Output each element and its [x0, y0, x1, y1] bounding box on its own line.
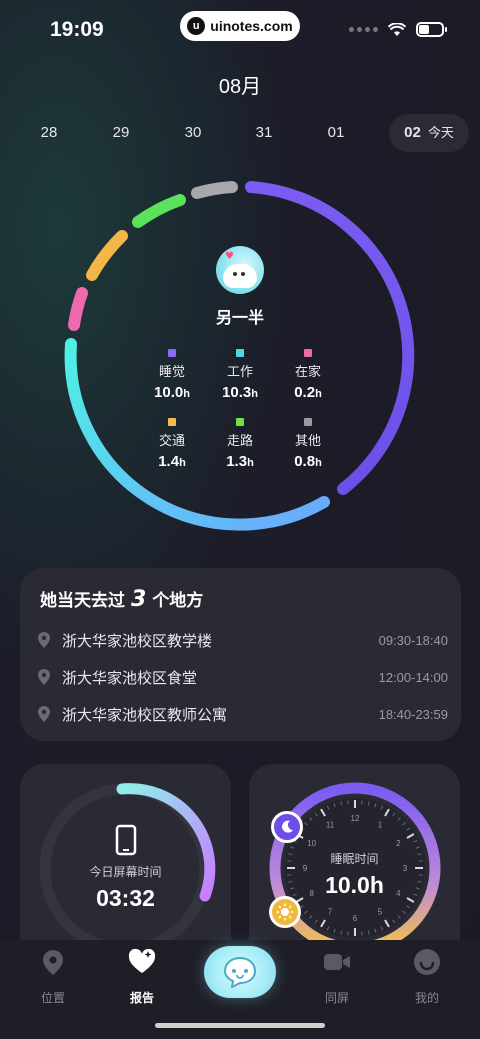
- heart-icon: ♥: [225, 251, 234, 262]
- place-item[interactable]: 浙大华家池校区教师公寓 18:40-23:59: [38, 702, 448, 726]
- sleep-value: 10.0h: [325, 872, 384, 898]
- stat-home: 在家 0.2h: [268, 349, 348, 401]
- tab-report[interactable]: 报告: [107, 948, 177, 1006]
- place-name: 浙大华家池校区教师公寓: [62, 705, 228, 724]
- place-item[interactable]: 浙大华家池校区教学楼 09:30-18:40: [38, 628, 448, 652]
- screen-time-value: 03:32: [96, 885, 155, 911]
- places-count: 3: [131, 587, 147, 612]
- place-item[interactable]: 浙大华家池校区食堂 12:00-14:00: [38, 665, 448, 689]
- ring-segment-other: [191, 181, 238, 199]
- partner-name: 另一半: [215, 308, 264, 327]
- legend-swatch-walk: [236, 418, 244, 426]
- chat-bubble-icon: [223, 956, 257, 988]
- tab-share-screen[interactable]: 同屏: [302, 948, 372, 1006]
- location-pin-icon: [38, 632, 50, 648]
- legend-swatch-sleep: [168, 349, 176, 357]
- tab-label: 报告: [129, 991, 154, 1005]
- clock-number: 12: [351, 814, 360, 823]
- tab-label: 同屏: [324, 991, 349, 1005]
- clock-number: 7: [328, 907, 333, 916]
- stat-other: 其他 0.8h: [268, 418, 348, 470]
- heart-sparkle-icon: [128, 948, 156, 973]
- stat-value: 0.8h: [294, 453, 322, 470]
- sleep-card[interactable]: 12 1 2 3 4 5 6 7 8 9 10 11 睡眠时间 10.0h: [249, 764, 460, 964]
- chat-button[interactable]: [204, 946, 276, 998]
- clock-number: 10: [307, 839, 316, 848]
- tab-profile[interactable]: 我的: [392, 948, 462, 1006]
- video-camera-icon: [324, 954, 350, 970]
- clock-number: 5: [378, 907, 383, 916]
- location-pin-icon: [43, 950, 63, 975]
- tab-label: 我的: [414, 991, 439, 1005]
- screen-time-label: 今日屏幕时间: [89, 865, 162, 879]
- clock-number: 11: [326, 821, 335, 830]
- place-name: 浙大华家池校区教学楼: [62, 631, 213, 650]
- screen-time-card[interactable]: 今日屏幕时间 03:32: [20, 764, 231, 964]
- legend-swatch-transport: [168, 418, 176, 426]
- place-time-range: 09:30-18:40: [378, 632, 448, 648]
- phone-icon: [115, 824, 137, 856]
- sun-icon: [269, 896, 301, 928]
- place-name: 浙大华家池校区食堂: [62, 668, 198, 687]
- location-pin-icon: [38, 669, 50, 685]
- stat-label: 在家: [294, 365, 321, 380]
- stat-value: 0.2h: [294, 384, 322, 401]
- smiley-face-icon: [414, 949, 440, 975]
- places-title: 她当天去过 3 个地方: [40, 587, 204, 612]
- clock-number: 1: [378, 821, 383, 830]
- sleep-label: 睡眠时间: [330, 852, 379, 866]
- tab-label: 位置: [40, 991, 65, 1005]
- legend-swatch-work: [236, 349, 244, 357]
- places-card[interactable]: 她当天去过 3 个地方 浙大华家池校区教学楼 09:30-18:40 浙大华家池…: [20, 568, 461, 741]
- moon-icon: [271, 811, 303, 843]
- ring-segment-walk: [132, 194, 186, 228]
- location-pin-icon: [38, 706, 50, 722]
- partner-avatar[interactable]: ♥: [216, 246, 264, 294]
- place-time-range: 12:00-14:00: [378, 669, 448, 685]
- stat-label: 其他: [294, 434, 321, 449]
- avatar-face: [223, 264, 257, 288]
- home-indicator: [155, 1023, 325, 1028]
- legend-swatch-other: [304, 418, 312, 426]
- legend-swatch-home: [304, 349, 312, 357]
- tab-location[interactable]: 位置: [18, 948, 88, 1006]
- place-time-range: 18:40-23:59: [378, 706, 448, 722]
- clock-number: 2: [396, 839, 401, 848]
- clock-number: 6: [353, 914, 358, 923]
- ring-segment-transport: [86, 230, 128, 281]
